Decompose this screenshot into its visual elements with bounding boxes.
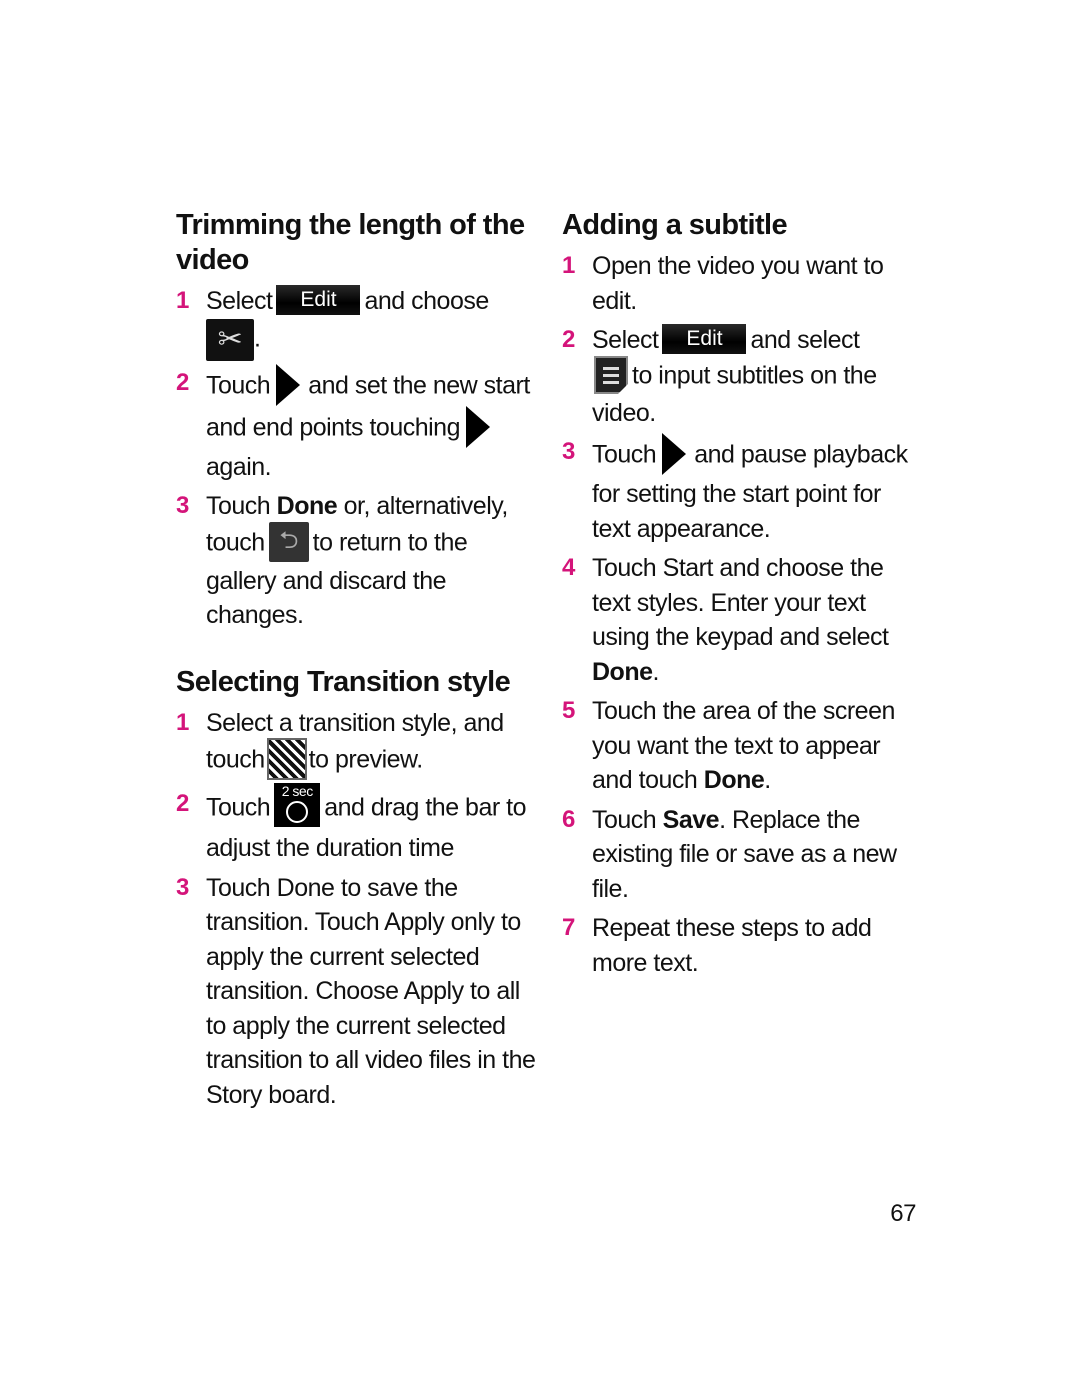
trimming-steps: 1 Select Edit and choose ✂. 2 Touch and set… (176, 284, 536, 633)
step-number: 7 (562, 914, 575, 941)
duration-clock-icon[interactable]: 2 sec (274, 783, 321, 827)
transition-step-3: 3 Touch Done to save the transition. Tou… (176, 871, 536, 1113)
trimming-step-1: 1 Select Edit and choose ✂. (176, 284, 536, 361)
subtitle-step-3: 3 Touch and pause playback for setting th… (562, 433, 924, 546)
play-icon[interactable] (662, 433, 687, 475)
step-number: 4 (562, 554, 575, 581)
transition-section: Selecting Transition style 1 Select a tr… (176, 665, 536, 1113)
page-number: 67 (890, 1200, 916, 1227)
subtitle-heading: Adding a subtitle (562, 209, 788, 241)
subtitle-step-6: 6 Touch Save. Replace the existing file … (562, 803, 924, 907)
transition-preview-icon[interactable] (266, 738, 307, 780)
step-number: 6 (562, 805, 575, 833)
step-number: 1 (176, 287, 189, 314)
step-number: 1 (562, 252, 575, 279)
right-column: Adding a subtitle 1 Open the video you w… (562, 208, 924, 1012)
transition-heading: Selecting Transition style (176, 665, 511, 698)
step-number: 1 (176, 708, 189, 736)
step-number: 3 (176, 492, 189, 519)
left-column: Trimming the length of the video 1 Selec… (176, 208, 536, 1144)
subtitle-step-7: 7 Repeat these steps to add more text. (562, 911, 924, 980)
trimming-section: Trimming the length of the video 1 Selec… (176, 208, 536, 633)
trimming-step-3: 3 Touch Done or, alternatively, touch ⮌ to… (176, 489, 536, 633)
subtitle-step-1: 1 Open the video you want to edit. (562, 249, 924, 318)
trimming-step-2: 2 Touch and set the new start and end poi… (176, 363, 536, 485)
subtitle-icon[interactable] (594, 355, 628, 394)
subtitle-step-2: 2 Select Edit and select to input subtitle… (562, 323, 924, 430)
subtitle-step-4: 4 Touch Start and choose the text styles… (562, 551, 924, 689)
step-number: 5 (562, 697, 575, 724)
subtitle-steps: 1 Open the video you want to edit. 2 Sel… (562, 249, 924, 980)
transition-step-1: 1 Select a transition style, and touch to… (176, 706, 536, 783)
play-icon[interactable] (276, 363, 301, 406)
step-number: 3 (176, 873, 189, 901)
back-icon[interactable]: ⮌ (268, 521, 309, 562)
subtitle-step-5: 5 Touch the area of the screen you want … (562, 694, 924, 798)
edit-button[interactable]: Edit (276, 285, 361, 316)
scissors-trim-icon[interactable]: ✂ (206, 318, 254, 361)
trimming-heading: Trimming the length of the video (176, 209, 525, 276)
edit-button[interactable]: Edit (662, 324, 747, 355)
transition-steps: 1 Select a transition style, and touch to… (176, 706, 536, 1113)
step-number: 2 (176, 790, 189, 817)
step-number: 2 (176, 368, 189, 396)
play-icon[interactable] (466, 405, 491, 448)
clock-icon (286, 801, 309, 823)
subtitle-section: Adding a subtitle 1 Open the video you w… (562, 208, 924, 980)
step-number: 3 (562, 438, 575, 465)
step-number: 2 (562, 326, 575, 353)
transition-step-2: 2 Touch2 sec and drag the bar to adjust t… (176, 783, 527, 862)
